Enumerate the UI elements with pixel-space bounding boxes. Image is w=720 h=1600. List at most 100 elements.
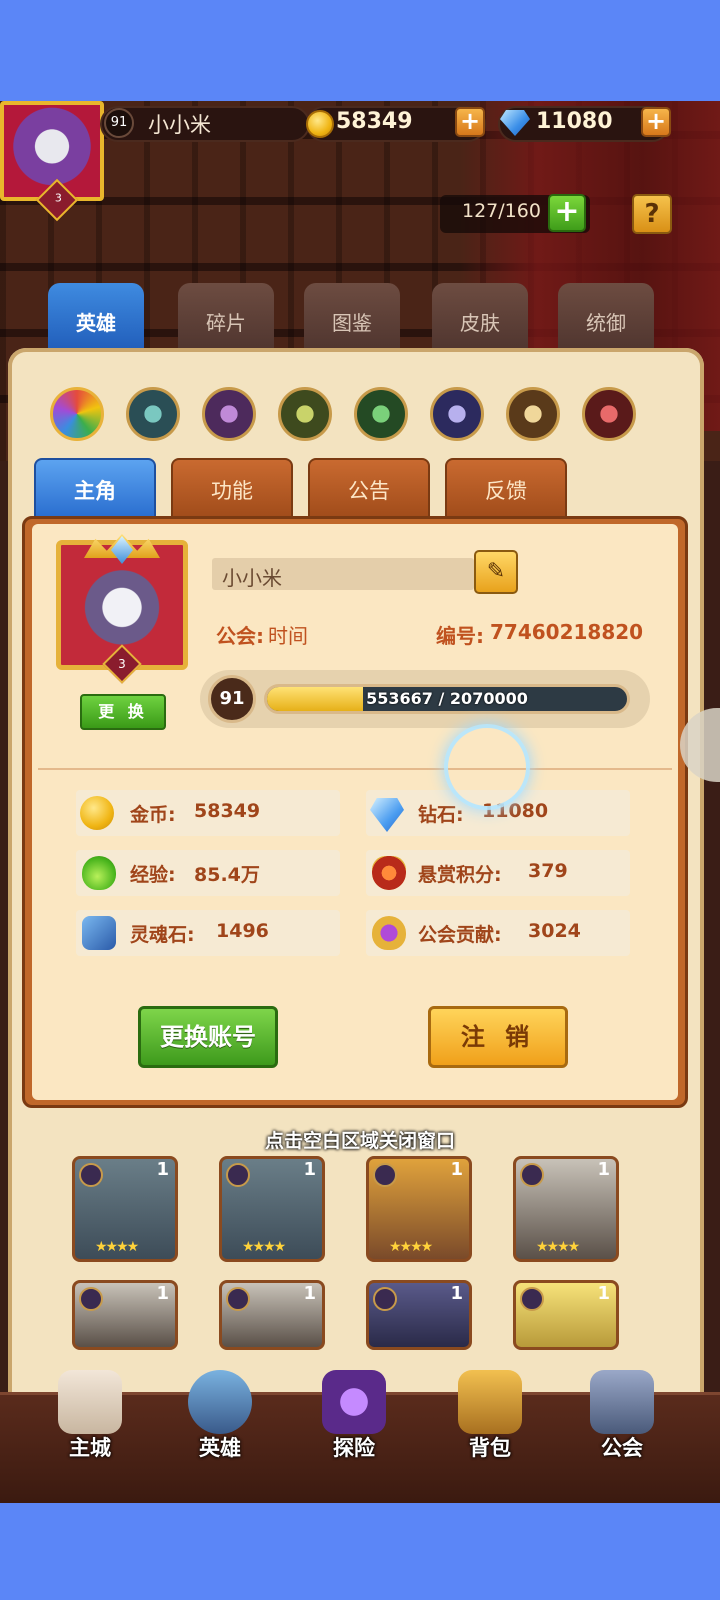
stat-label: 灵魂石: — [130, 924, 195, 946]
hero-count: 1 — [597, 1283, 610, 1304]
edit-name-button[interactable]: ✎ — [474, 550, 518, 594]
element-icon — [520, 1163, 544, 1187]
hero-stars: ★★★★ — [536, 1239, 580, 1255]
hero-portrait-icon — [188, 1370, 252, 1434]
stat-label: 金币: — [130, 804, 176, 826]
stat-value: 1496 — [216, 920, 269, 942]
stat-guild-contribution: 公会贡献: 3024 — [366, 910, 630, 956]
tab-functions[interactable]: 功能 — [171, 458, 293, 518]
stat-label: 公会贡献: — [418, 924, 502, 946]
tab-heroes[interactable]: 英雄 — [48, 283, 144, 355]
exp-potion-icon — [82, 856, 116, 890]
filter-nature-icon[interactable] — [354, 387, 408, 441]
expand-capacity-button[interactable]: + — [548, 194, 586, 232]
xp-text: 553667 / 2070000 — [366, 689, 528, 708]
hero-count: 1 — [156, 1159, 169, 1180]
player-id: 77460218820 — [490, 620, 644, 644]
close-hint: 点击空白区域关闭窗口 — [264, 1130, 455, 1152]
hero-count: 1 — [156, 1283, 169, 1304]
backpack-icon — [458, 1370, 522, 1434]
nav-label: 公会 — [601, 1436, 643, 1460]
id-label: 编号: — [436, 624, 484, 648]
xp-level-badge: 91 — [208, 675, 256, 723]
stat-label: 悬赏积分: — [418, 864, 502, 886]
hero-card[interactable]: 1 ★★★★ — [219, 1156, 325, 1262]
player-name: 小小米 — [148, 113, 211, 137]
hero-card[interactable]: 1 ★★★★ — [72, 1156, 178, 1262]
tap-indicator — [444, 724, 530, 810]
stat-value: 58349 — [194, 800, 261, 822]
stat-soul-stone: 灵魂石: 1496 — [76, 910, 340, 956]
hero-card[interactable]: 1 ★★★★ — [513, 1156, 619, 1262]
guild-badge-icon — [372, 916, 406, 950]
stat-label: 经验: — [130, 864, 176, 886]
element-icon — [79, 1163, 103, 1187]
hero-count: 1 — [597, 1159, 610, 1180]
gold-coin-icon — [306, 110, 334, 138]
hero-card[interactable]: 1 — [366, 1280, 472, 1350]
hero-count: 1 — [303, 1159, 316, 1180]
stat-value: 85.4万 — [194, 864, 260, 886]
hero-card[interactable]: 1 ★★★★ — [366, 1156, 472, 1262]
hero-count: 1 — [303, 1283, 316, 1304]
element-icon — [520, 1287, 544, 1311]
gold-coin-icon — [80, 796, 114, 830]
element-icon — [226, 1287, 250, 1311]
hero-stars: ★★★★ — [242, 1239, 286, 1255]
tab-fragments[interactable]: 碎片 — [178, 283, 274, 355]
nav-label: 背包 — [469, 1436, 511, 1460]
player-level-badge: 91 — [104, 108, 134, 138]
hero-capacity: 127/160 — [462, 200, 541, 222]
filter-shadow-icon[interactable] — [430, 387, 484, 441]
filter-water-icon[interactable] — [126, 387, 180, 441]
stat-experience: 经验: 85.4万 — [76, 850, 340, 896]
filter-all-icon[interactable] — [50, 387, 104, 441]
tab-skins[interactable]: 皮肤 — [432, 283, 528, 355]
tab-profile[interactable]: 主角 — [34, 458, 156, 518]
guild-tower-icon — [590, 1370, 654, 1434]
filter-wind-icon[interactable] — [278, 387, 332, 441]
nav-label: 探险 — [333, 1436, 375, 1460]
player-avatar[interactable]: 3 — [0, 101, 104, 222]
stat-value: 379 — [528, 860, 568, 882]
nav-label: 英雄 — [199, 1436, 241, 1460]
diamond-amount: 11080 — [536, 109, 613, 134]
guild-name: 时间 — [268, 624, 308, 648]
hero-stars: ★★★★ — [389, 1239, 433, 1255]
hero-count: 1 — [450, 1159, 463, 1180]
logout-button[interactable]: 注 销 — [428, 1006, 568, 1068]
player-name-value: 小小米 — [222, 566, 282, 590]
guild-label: 公会: — [216, 624, 264, 648]
tab-feedback[interactable]: 反馈 — [445, 458, 567, 518]
filter-fire-icon[interactable] — [582, 387, 636, 441]
tab-announcements[interactable]: 公告 — [308, 458, 430, 518]
stat-bounty: 悬赏积分: 379 — [366, 850, 630, 896]
switch-account-button[interactable]: 更换账号 — [138, 1006, 278, 1068]
castle-icon — [58, 1370, 122, 1434]
filter-light-icon[interactable] — [506, 387, 560, 441]
nav-label: 主城 — [69, 1436, 111, 1460]
soul-stone-icon — [82, 916, 116, 950]
element-icon — [79, 1287, 103, 1311]
filter-arcane-icon[interactable] — [202, 387, 256, 441]
hero-card[interactable]: 1 — [72, 1280, 178, 1350]
hero-stars: ★★★★ — [95, 1239, 139, 1255]
element-icon — [373, 1163, 397, 1187]
tab-command[interactable]: 统御 — [558, 283, 654, 355]
add-diamond-button[interactable]: + — [641, 107, 671, 137]
tab-codex[interactable]: 图鉴 — [304, 283, 400, 355]
element-icon — [373, 1287, 397, 1311]
help-button[interactable]: ? — [632, 194, 672, 234]
hero-card[interactable]: 1 — [513, 1280, 619, 1350]
change-avatar-button[interactable]: 更 换 — [80, 694, 166, 730]
stat-label: 钻石: — [418, 804, 464, 826]
divider — [38, 768, 672, 770]
add-gold-button[interactable]: + — [455, 107, 485, 137]
portal-icon — [322, 1370, 386, 1434]
element-icon — [226, 1163, 250, 1187]
hero-card[interactable]: 1 — [219, 1280, 325, 1350]
hero-count: 1 — [450, 1283, 463, 1304]
stat-value: 3024 — [528, 920, 581, 942]
gold-amount: 58349 — [336, 109, 413, 134]
quill-icon: ✎ — [486, 559, 506, 584]
